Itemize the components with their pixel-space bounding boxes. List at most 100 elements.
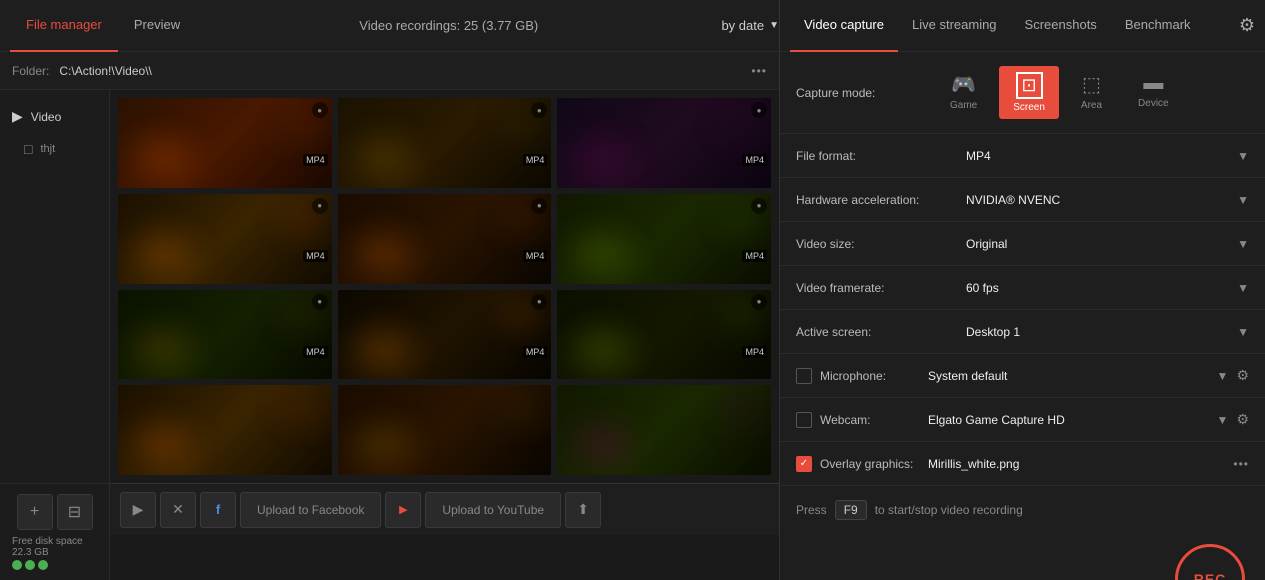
setting-label-3: Video framerate: bbox=[796, 281, 966, 295]
checkbox-2[interactable] bbox=[796, 456, 812, 472]
thumb-corner-icon-8: ● bbox=[751, 294, 767, 310]
setting-value-3: 60 fps bbox=[966, 281, 1237, 295]
play-button[interactable]: ▶ bbox=[120, 492, 156, 528]
sidebar-item-video[interactable]: ▶ Video bbox=[0, 100, 109, 133]
setting-label-1: Hardware acceleration: bbox=[796, 193, 966, 207]
shortcut-key: F9 bbox=[835, 500, 867, 520]
check-label-0: Microphone: bbox=[820, 369, 920, 383]
video-thumb-0[interactable]: ● MP4 ShadowWarrior2 12-11-... bbox=[118, 98, 332, 188]
folder-more-icon[interactable]: ••• bbox=[751, 64, 767, 78]
tab-screenshots[interactable]: Screenshots bbox=[1011, 0, 1111, 52]
tab-live-streaming[interactable]: Live streaming bbox=[898, 0, 1011, 52]
capture-screen-button[interactable]: ⊡ Screen bbox=[999, 66, 1059, 119]
rec-area: REC bbox=[780, 534, 1265, 580]
setting-dropdown-3[interactable]: ▼ bbox=[1237, 281, 1249, 295]
right-header: Video capture Live streaming Screenshots… bbox=[780, 0, 1265, 51]
video-thumb-11[interactable] bbox=[557, 385, 771, 475]
free-disk-label: Free disk space bbox=[12, 536, 101, 547]
disk-dot-3 bbox=[38, 560, 48, 570]
subfolder-icon: □ bbox=[24, 141, 32, 157]
setting-row-0: File format: MP4 ▼ bbox=[780, 134, 1265, 178]
game-label: Game bbox=[950, 100, 977, 111]
format-badge-2: MP4 bbox=[742, 154, 767, 166]
capture-game-button[interactable]: 🎮 Game bbox=[936, 66, 991, 119]
thumb-image-3: ● MP4 bbox=[118, 194, 332, 284]
facebook-icon-button[interactable]: f bbox=[200, 492, 236, 528]
device-icon: ▬ bbox=[1143, 72, 1163, 95]
disk-dot-1 bbox=[12, 560, 22, 570]
tab-preview[interactable]: Preview bbox=[118, 0, 196, 52]
video-thumb-8[interactable]: ● MP4 Action 11-12-2017 13-56-08.mp4 bbox=[557, 290, 771, 380]
checkbox-row-1: Webcam: Elgato Game Capture HD ▼ ⚙ bbox=[780, 398, 1265, 442]
video-thumb-9[interactable] bbox=[118, 385, 332, 475]
capture-area-button[interactable]: ⬚ Area bbox=[1067, 66, 1116, 119]
setting-dropdown-4[interactable]: ▼ bbox=[1237, 325, 1249, 339]
thumb-image-9 bbox=[118, 385, 332, 475]
checkbox-1[interactable] bbox=[796, 412, 812, 428]
video-thumb-5[interactable]: ● MP4 Action 11-12-2017 13-58-00.mp4 bbox=[557, 194, 771, 284]
setting-value-4: Desktop 1 bbox=[966, 325, 1237, 339]
checkbox-rows: Microphone: System default ▼ ⚙ Webcam: E… bbox=[780, 354, 1265, 486]
tab-file-manager[interactable]: File manager bbox=[10, 0, 118, 52]
check-value-0: System default bbox=[928, 369, 1209, 383]
add-button[interactable]: + bbox=[17, 494, 53, 530]
checkbox-row-0: Microphone: System default ▼ ⚙ bbox=[780, 354, 1265, 398]
sidebar-thjt-label: thjt bbox=[40, 143, 55, 155]
rec-button[interactable]: REC bbox=[1175, 544, 1245, 580]
folder-bar: Folder: C:\Action!\Video\\ ••• bbox=[0, 52, 779, 90]
remove-button[interactable]: ⊟ bbox=[57, 494, 93, 530]
sidebar-item-thjt[interactable]: □ thjt bbox=[0, 133, 109, 165]
sidebar-video-label: Video bbox=[31, 110, 61, 124]
check-dropdown-0[interactable]: ▼ bbox=[1217, 369, 1229, 383]
facebook-upload-label: Upload to Facebook bbox=[257, 503, 364, 517]
thumb-corner-icon-0: ● bbox=[312, 102, 328, 118]
video-thumb-6[interactable]: ● MP4 Action 11-12-2017 13-57-30.mp4 bbox=[118, 290, 332, 380]
format-badge-4: MP4 bbox=[523, 250, 548, 262]
thumb-corner-icon-6: ● bbox=[312, 294, 328, 310]
check-gear-0[interactable]: ⚙ bbox=[1236, 367, 1249, 384]
tab-video-capture[interactable]: Video capture bbox=[790, 0, 898, 52]
check-dots-2[interactable]: ••• bbox=[1233, 457, 1249, 471]
setting-dropdown-0[interactable]: ▼ bbox=[1237, 149, 1249, 163]
checkbox-row-2: Overlay graphics: Mirillis_white.png ••• bbox=[780, 442, 1265, 486]
thumb-corner-icon-1: ● bbox=[531, 102, 547, 118]
video-thumb-2[interactable]: ● MP4 ShadowWarrior2 12-11-... bbox=[557, 98, 771, 188]
folder-path: C:\Action!\Video\\ bbox=[59, 64, 741, 78]
tab-benchmark[interactable]: Benchmark bbox=[1111, 0, 1205, 52]
upload-youtube-button[interactable]: Upload to YouTube bbox=[425, 492, 561, 528]
setting-label-2: Video size: bbox=[796, 237, 966, 251]
right-panel: Capture mode: 🎮 Game ⊡ Screen ⬚ Area ▬ D… bbox=[780, 52, 1265, 580]
settings-gear-icon[interactable]: ⚙ bbox=[1239, 15, 1255, 36]
setting-dropdown-2[interactable]: ▼ bbox=[1237, 237, 1249, 251]
export-button[interactable]: ⬆ bbox=[565, 492, 601, 528]
check-gear-1[interactable]: ⚙ bbox=[1236, 411, 1249, 428]
video-thumb-10[interactable] bbox=[338, 385, 552, 475]
left-panel-bottom: + ⊟ Free disk space 22.3 GB ▶ ✕ f bbox=[0, 483, 779, 580]
free-disk-size: 22.3 GB bbox=[12, 547, 101, 558]
delete-button[interactable]: ✕ bbox=[160, 492, 196, 528]
content-area: ▶ Video □ thjt ● MP4 ShadowWarrior2 12-1… bbox=[0, 90, 779, 483]
video-thumb-3[interactable]: ● MP4 Action 11-12-2017 14-01-47.mp4 bbox=[118, 194, 332, 284]
youtube-icon-button[interactable]: ▶ bbox=[385, 492, 421, 528]
top-bar: File manager Preview Video recordings: 2… bbox=[0, 0, 1265, 52]
disk-dots bbox=[12, 560, 101, 570]
video-thumb-4[interactable]: ● MP4 Action 11-12-2017 14-01-12.mp4 bbox=[338, 194, 552, 284]
sort-by-date[interactable]: by date ▼ bbox=[721, 18, 779, 33]
upload-facebook-button[interactable]: Upload to Facebook bbox=[240, 492, 381, 528]
video-grid: ● MP4 ShadowWarrior2 12-11-... ● MP4 Sha… bbox=[110, 90, 779, 483]
left-panel: Folder: C:\Action!\Video\\ ••• ▶ Video □… bbox=[0, 52, 780, 580]
thumb-corner-icon-5: ● bbox=[751, 198, 767, 214]
thumb-image-11 bbox=[557, 385, 771, 475]
video-thumb-1[interactable]: ● MP4 ShadowWarrior2 12-11-... bbox=[338, 98, 552, 188]
add-remove-buttons: + ⊟ bbox=[17, 494, 93, 530]
thumb-corner-icon-3: ● bbox=[312, 198, 328, 214]
setting-dropdown-1[interactable]: ▼ bbox=[1237, 193, 1249, 207]
checkbox-0[interactable] bbox=[796, 368, 812, 384]
capture-device-button[interactable]: ▬ Device bbox=[1124, 66, 1183, 119]
video-thumb-7[interactable]: ● MP4 Action 11-12-2017 13-57-00.mp4 bbox=[338, 290, 552, 380]
area-label: Area bbox=[1081, 100, 1102, 111]
check-dropdown-1[interactable]: ▼ bbox=[1217, 413, 1229, 427]
sort-label: by date bbox=[721, 18, 764, 33]
settings-rows: File format: MP4 ▼ Hardware acceleration… bbox=[780, 134, 1265, 354]
check-label-2: Overlay graphics: bbox=[820, 457, 920, 471]
